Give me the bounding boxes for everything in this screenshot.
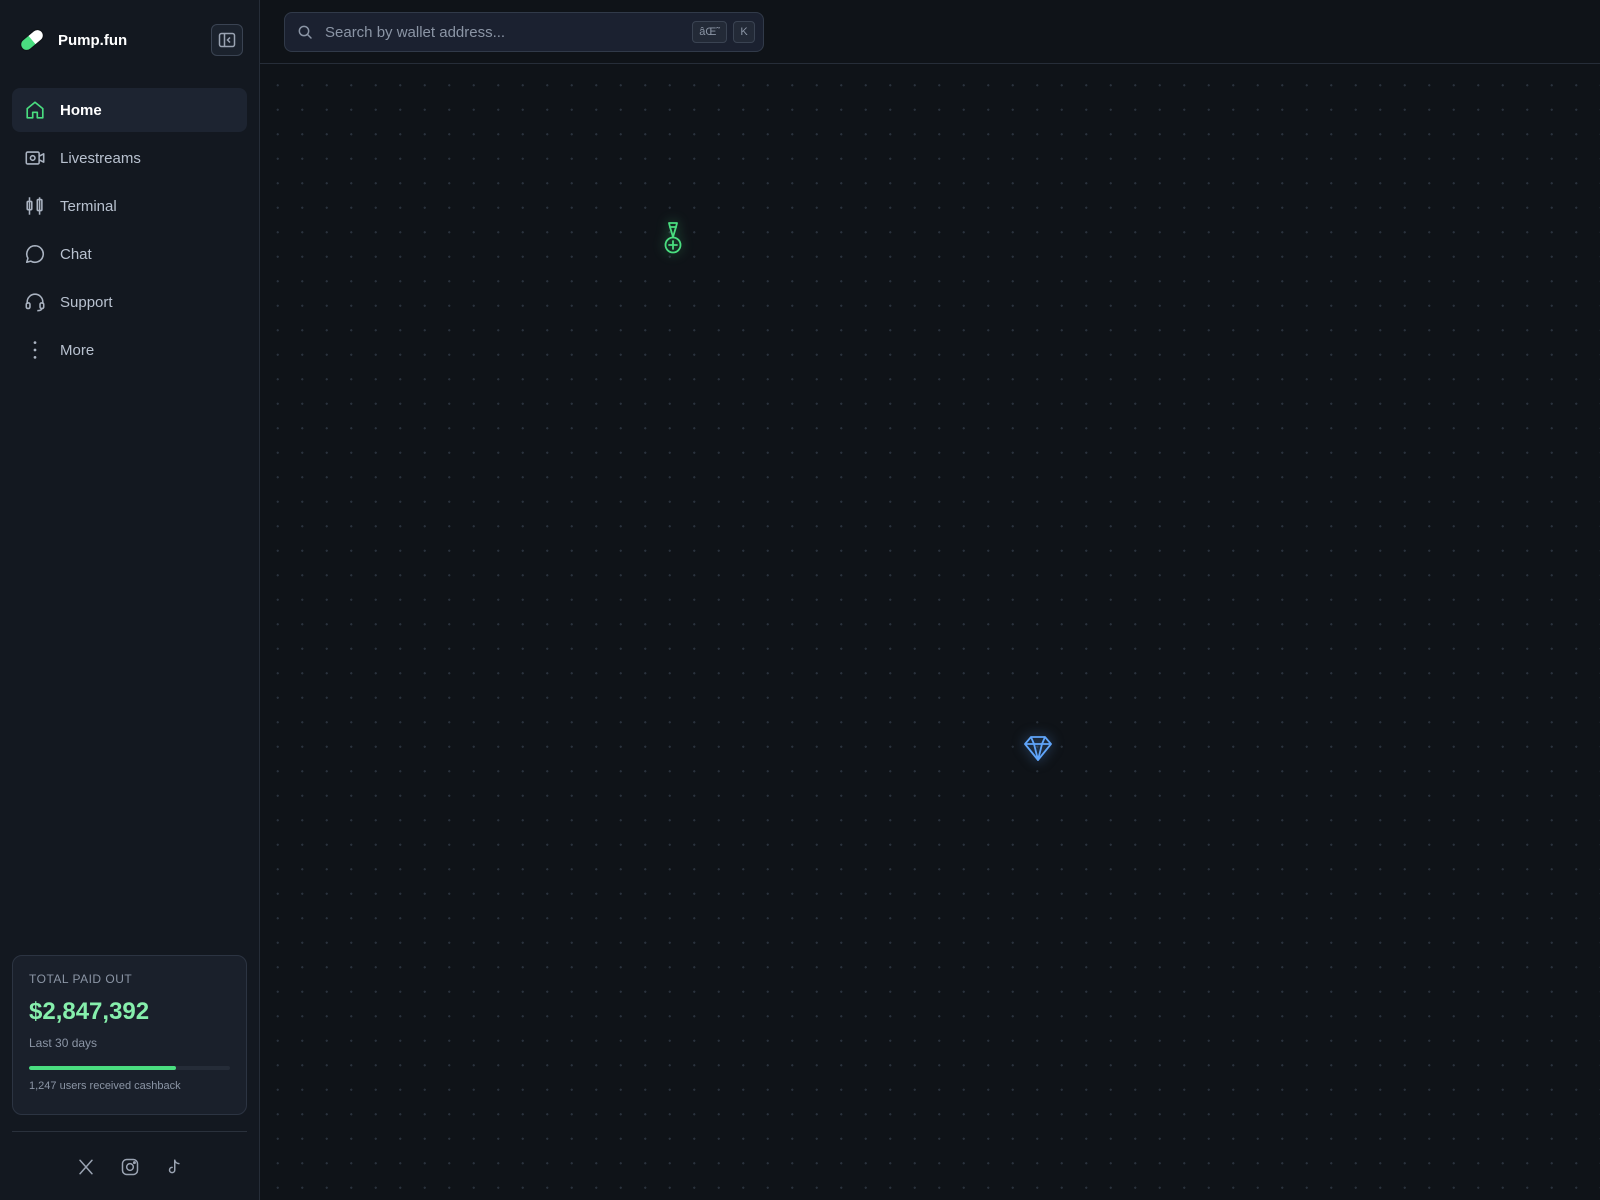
payout-label: TOTAL PAID OUT: [29, 972, 133, 986]
x-icon[interactable]: [75, 1156, 97, 1178]
pill-logo-icon: [20, 28, 44, 52]
sidebar-item-label: Chat: [60, 245, 92, 263]
instagram-icon[interactable]: [119, 1156, 141, 1178]
more-vertical-icon: [24, 339, 46, 361]
payout-users-text: 1,247 users received cashback: [29, 1080, 181, 1092]
shortcut-k-key: K: [733, 21, 755, 43]
brand-name: Pump.fun: [58, 31, 128, 49]
sidebar-item-support[interactable]: Support: [12, 280, 247, 324]
sidebar-item-label: More: [60, 341, 95, 359]
brand[interactable]: Pump.fun: [16, 22, 127, 58]
sidebar-item-terminal[interactable]: Terminal: [12, 184, 247, 228]
payout-period: Last 30 days: [29, 1036, 98, 1050]
sidebar-collapse-icon: [218, 32, 236, 48]
chat-bubble-icon: [24, 243, 46, 265]
candlestick-icon: [24, 195, 46, 217]
collapse-sidebar-button[interactable]: [211, 24, 243, 56]
diamond-icon: [1024, 736, 1052, 761]
payout-amount: $2,847,392: [29, 998, 150, 1025]
social-links: [0, 1152, 260, 1182]
sidebar-divider: [12, 1131, 247, 1132]
medal-icon: [664, 222, 682, 254]
map-marker-diamond[interactable]: [1018, 728, 1058, 768]
app-root: Pump.fun Home Livestreams Terminal Chat …: [0, 0, 1600, 1200]
tiktok-icon[interactable]: [163, 1156, 185, 1178]
main-area: âŒ˜ K: [260, 0, 1600, 1200]
search-icon: [298, 25, 312, 39]
sidebar-item-livestreams[interactable]: Livestreams: [12, 136, 247, 180]
search-input[interactable]: [313, 14, 693, 50]
sidebar-item-label: Support: [60, 293, 113, 311]
sidebar-item-label: Livestreams: [60, 149, 141, 167]
home-icon: [24, 99, 46, 121]
payout-progress-bar: [29, 1066, 230, 1070]
sidebar-item-label: Terminal: [60, 197, 117, 215]
sidebar-item-label: Home: [60, 101, 102, 119]
payout-card: TOTAL PAID OUT $2,847,392 Last 30 days 1…: [12, 955, 247, 1115]
top-bar: âŒ˜ K: [260, 0, 1600, 64]
video-camera-icon: [24, 147, 46, 169]
sidebar-item-chat[interactable]: Chat: [12, 232, 247, 276]
sidebar-item-home[interactable]: Home: [12, 88, 247, 132]
dotted-canvas: [260, 65, 1600, 1200]
sidebar-nav: Home Livestreams Terminal Chat Support M…: [12, 88, 247, 376]
map-marker-medal[interactable]: [653, 220, 693, 260]
shortcut-modifier-key: âŒ˜: [692, 21, 727, 43]
headset-icon: [24, 291, 46, 313]
sidebar: Pump.fun Home Livestreams Terminal Chat …: [0, 0, 260, 1200]
payout-progress-fill: [29, 1066, 176, 1070]
sidebar-item-more[interactable]: More: [12, 328, 247, 372]
search-bar[interactable]: âŒ˜ K: [284, 12, 764, 52]
